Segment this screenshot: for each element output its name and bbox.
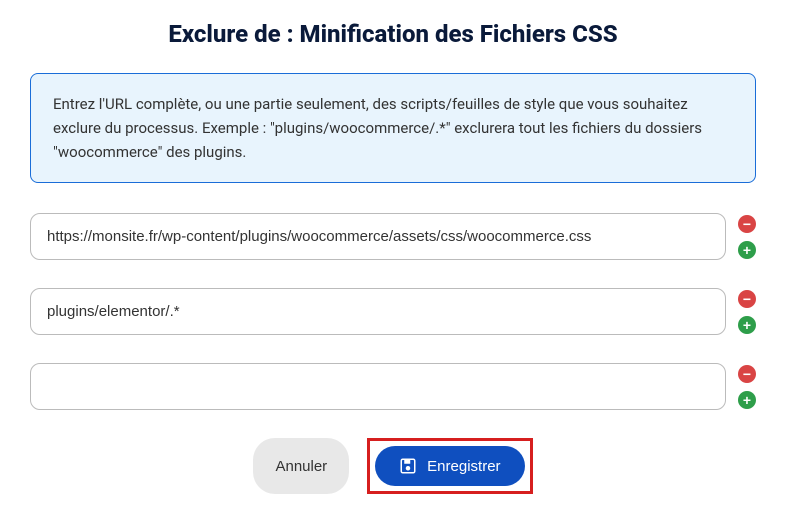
cancel-button[interactable]: Annuler: [253, 438, 349, 494]
page-title: Exclure de : Minification des Fichiers C…: [30, 20, 756, 48]
save-icon: [399, 457, 417, 475]
add-button[interactable]: +: [738, 391, 756, 409]
exclude-input-1[interactable]: [30, 288, 726, 335]
info-message: Entrez l'URL complète, ou une partie seu…: [30, 73, 756, 183]
add-button[interactable]: +: [738, 316, 756, 334]
exclude-input-0[interactable]: [30, 213, 726, 260]
exclude-row-2: − +: [30, 363, 756, 410]
exclude-row-0: − +: [30, 213, 756, 260]
row-actions-1: − +: [738, 290, 756, 334]
exclude-input-2[interactable]: [30, 363, 726, 410]
exclude-row-1: − +: [30, 288, 756, 335]
row-actions-2: − +: [738, 365, 756, 409]
save-button-label: Enregistrer: [427, 458, 500, 475]
add-button[interactable]: +: [738, 241, 756, 259]
save-button[interactable]: Enregistrer: [375, 446, 524, 486]
action-bar: Annuler Enregistrer: [30, 438, 756, 494]
remove-button[interactable]: −: [738, 365, 756, 383]
save-highlight: Enregistrer: [367, 438, 532, 494]
row-actions-0: − +: [738, 215, 756, 259]
remove-button[interactable]: −: [738, 290, 756, 308]
remove-button[interactable]: −: [738, 215, 756, 233]
